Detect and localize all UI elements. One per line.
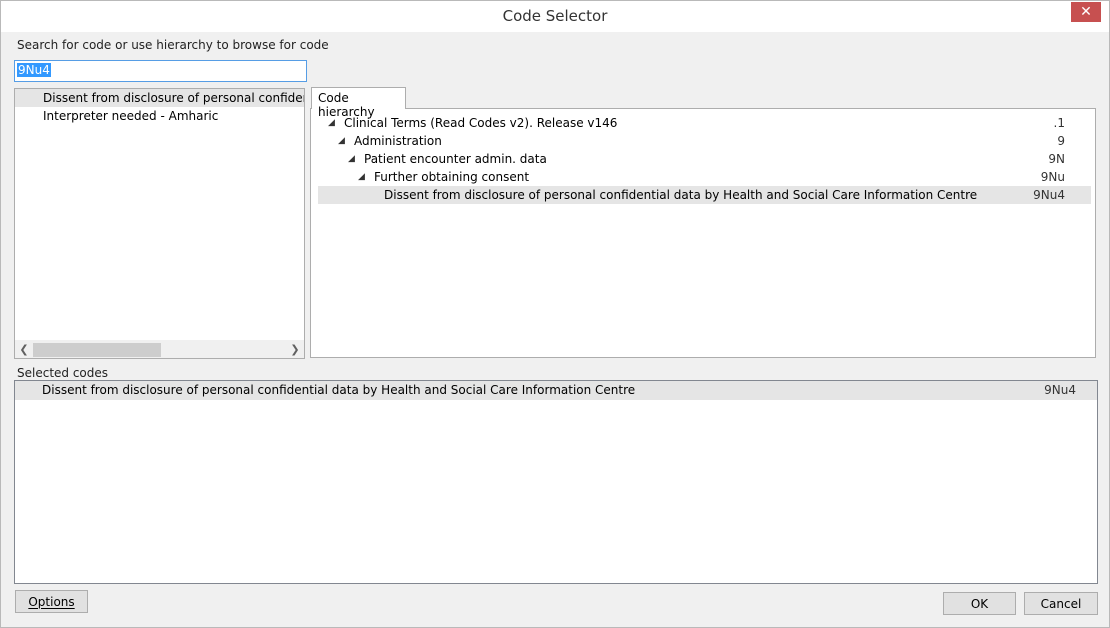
options-button[interactable]: Options — [15, 590, 88, 613]
selected-code-value: 9Nu4 — [1044, 383, 1076, 397]
chevron-right-icon[interactable]: ❯ — [286, 341, 304, 358]
tree-row[interactable]: ◢ Administration 9 — [318, 132, 1091, 150]
search-label: Search for code or use hierarchy to brow… — [17, 38, 329, 52]
chevron-left-icon[interactable]: ❮ — [15, 341, 33, 358]
tree-row-code: 9Nu — [1040, 170, 1065, 184]
selected-codes-list[interactable]: Dissent from disclosure of personal conf… — [14, 380, 1098, 584]
list-item-label: Dissent from disclosure of personal conf… — [43, 91, 304, 105]
horizontal-scrollbar[interactable]: ❮ ❯ — [15, 340, 304, 358]
scrollbar-thumb[interactable] — [33, 343, 161, 357]
tree-row-code: 9N — [1048, 152, 1065, 166]
search-input[interactable]: 9Nu4 — [14, 60, 307, 82]
window-title: Code Selector — [502, 7, 608, 25]
expanded-triangle-icon[interactable]: ◢ — [338, 132, 345, 150]
tree-row-label: Dissent from disclosure of personal conf… — [384, 188, 978, 202]
list-item-label: Interpreter needed - Amharic — [43, 109, 219, 123]
tree-row-label: Administration — [354, 134, 442, 148]
ok-button-label: OK — [970, 596, 989, 611]
tree-row-label: Further obtaining consent — [374, 170, 530, 184]
cancel-button[interactable]: Cancel — [1024, 592, 1098, 615]
expanded-triangle-icon[interactable]: ◢ — [348, 150, 355, 168]
tree-row-code: 9Nu4 — [1033, 188, 1065, 202]
close-button[interactable]: ✕ — [1071, 2, 1101, 22]
search-input-value: 9Nu4 — [17, 63, 51, 77]
tree-row[interactable]: ◢ Patient encounter admin. data 9N — [318, 150, 1091, 168]
tree-row-selected[interactable]: Dissent from disclosure of personal conf… — [318, 186, 1091, 204]
tree-row[interactable]: ◢ Clinical Terms (Read Codes v2). Releas… — [318, 114, 1091, 132]
selected-code-label: Dissent from disclosure of personal conf… — [42, 383, 636, 397]
selected-codes-label: Selected codes — [17, 366, 109, 380]
tree-row-code: .1 — [1053, 116, 1065, 130]
tree-row-label: Patient encounter admin. data — [364, 152, 547, 166]
tree-row[interactable]: ◢ Further obtaining consent 9Nu — [318, 168, 1091, 186]
title-bar[interactable]: Code Selector ✕ — [1, 1, 1109, 32]
selected-code-row[interactable]: Dissent from disclosure of personal conf… — [15, 381, 1097, 400]
list-item[interactable]: Interpreter needed - Amharic — [15, 107, 218, 125]
options-button-label: Options — [28, 594, 75, 609]
tree-row-code: 9 — [1057, 134, 1065, 148]
list-item[interactable]: Dissent from disclosure of personal conf… — [15, 89, 304, 107]
search-results-list[interactable]: Dissent from disclosure of personal conf… — [14, 88, 305, 359]
code-selector-dialog: Code Selector ✕ Search for code or use h… — [0, 0, 1110, 628]
tree-row-label: Clinical Terms (Read Codes v2). Release … — [344, 116, 618, 130]
expanded-triangle-icon[interactable]: ◢ — [358, 168, 365, 186]
code-hierarchy-tree[interactable]: ◢ Clinical Terms (Read Codes v2). Releas… — [310, 108, 1096, 358]
close-icon: ✕ — [1080, 4, 1092, 20]
ok-button[interactable]: OK — [943, 592, 1016, 615]
tab-label: Code hierarchy — [318, 91, 375, 119]
tab-code-hierarchy[interactable]: Code hierarchy — [311, 87, 406, 119]
cancel-button-label: Cancel — [1040, 596, 1082, 611]
